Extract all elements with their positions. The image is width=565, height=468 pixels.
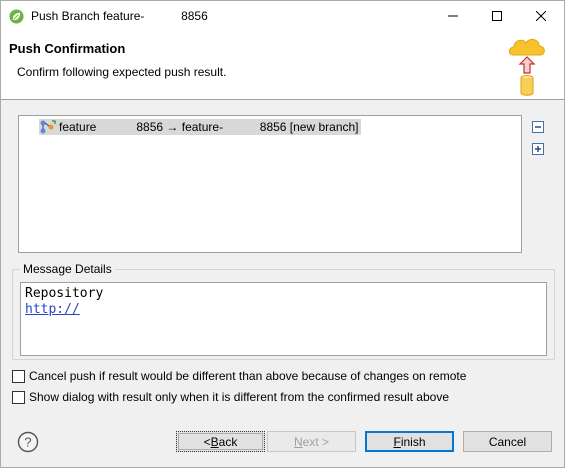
next-mnemonic: N bbox=[293, 434, 303, 449]
page-title: Push Confirmation bbox=[9, 41, 126, 56]
cancel-push-label[interactable]: Cancel push if result would be different… bbox=[29, 369, 466, 383]
title-bar[interactable]: Push Branch feature- 8856 bbox=[1, 1, 564, 31]
finish-button[interactable]: Finish bbox=[365, 431, 454, 452]
minimize-icon bbox=[448, 15, 458, 17]
push-result-tree[interactable]: feature 8856 → feature- 8856 [new branch… bbox=[18, 115, 522, 253]
status-tag: [new branch] bbox=[286, 120, 359, 134]
dialog-header: Push Confirmation Confirm following expe… bbox=[1, 31, 564, 100]
close-button[interactable] bbox=[519, 1, 563, 31]
back-rest: ack bbox=[218, 434, 238, 449]
cancel-push-checkbox[interactable] bbox=[12, 369, 25, 383]
repository-link[interactable]: http:// bbox=[25, 302, 80, 317]
message-details-group: Message Details Repository http:// bbox=[12, 262, 555, 360]
branch-ref-icon bbox=[40, 120, 56, 134]
show-dialog-checkbox[interactable] bbox=[12, 390, 25, 404]
repository-line: Repository bbox=[25, 286, 104, 301]
next-button[interactable]: Next > bbox=[267, 431, 356, 452]
show-dialog-option[interactable]: Show dialog with result only when it is … bbox=[12, 389, 449, 405]
window-title: Push Branch feature- 8856 bbox=[31, 9, 208, 23]
expand-all-icon[interactable] bbox=[532, 143, 544, 155]
back-prefix: < bbox=[203, 434, 211, 449]
arrow-separator: → bbox=[163, 120, 182, 134]
finish-rest: inish bbox=[400, 434, 426, 449]
close-icon bbox=[536, 11, 546, 21]
tree-row-new-branch[interactable]: feature 8856 → feature- 8856 [new branch… bbox=[39, 119, 361, 135]
finish-mnemonic: F bbox=[393, 434, 401, 449]
cancel-push-option[interactable]: Cancel push if result would be different… bbox=[12, 368, 466, 384]
source-ref: feature 8856 bbox=[59, 120, 164, 134]
maximize-icon bbox=[492, 11, 502, 21]
page-subtitle: Confirm following expected push result. bbox=[17, 65, 227, 79]
back-button[interactable]: < Back bbox=[176, 431, 265, 452]
help-icon[interactable]: ? bbox=[17, 431, 39, 453]
collapse-all-icon[interactable] bbox=[532, 121, 544, 133]
message-details-text[interactable]: Repository http:// bbox=[20, 282, 547, 356]
maximize-button[interactable] bbox=[475, 1, 519, 31]
minimize-button[interactable] bbox=[431, 1, 475, 31]
back-mnemonic: B bbox=[210, 434, 219, 449]
show-dialog-label[interactable]: Show dialog with result only when it is … bbox=[29, 390, 449, 404]
target-ref: feature- 8856 bbox=[181, 120, 287, 134]
spring-leaf-icon bbox=[9, 9, 24, 24]
message-details-label: Message Details bbox=[20, 262, 115, 276]
cancel-button[interactable]: Cancel bbox=[463, 431, 552, 452]
svg-text:?: ? bbox=[24, 435, 31, 450]
next-rest: ext > bbox=[302, 434, 330, 449]
push-branch-dialog: Push Branch feature- 8856 Push Confirmat… bbox=[0, 0, 565, 468]
push-to-cloud-icon bbox=[508, 38, 545, 96]
